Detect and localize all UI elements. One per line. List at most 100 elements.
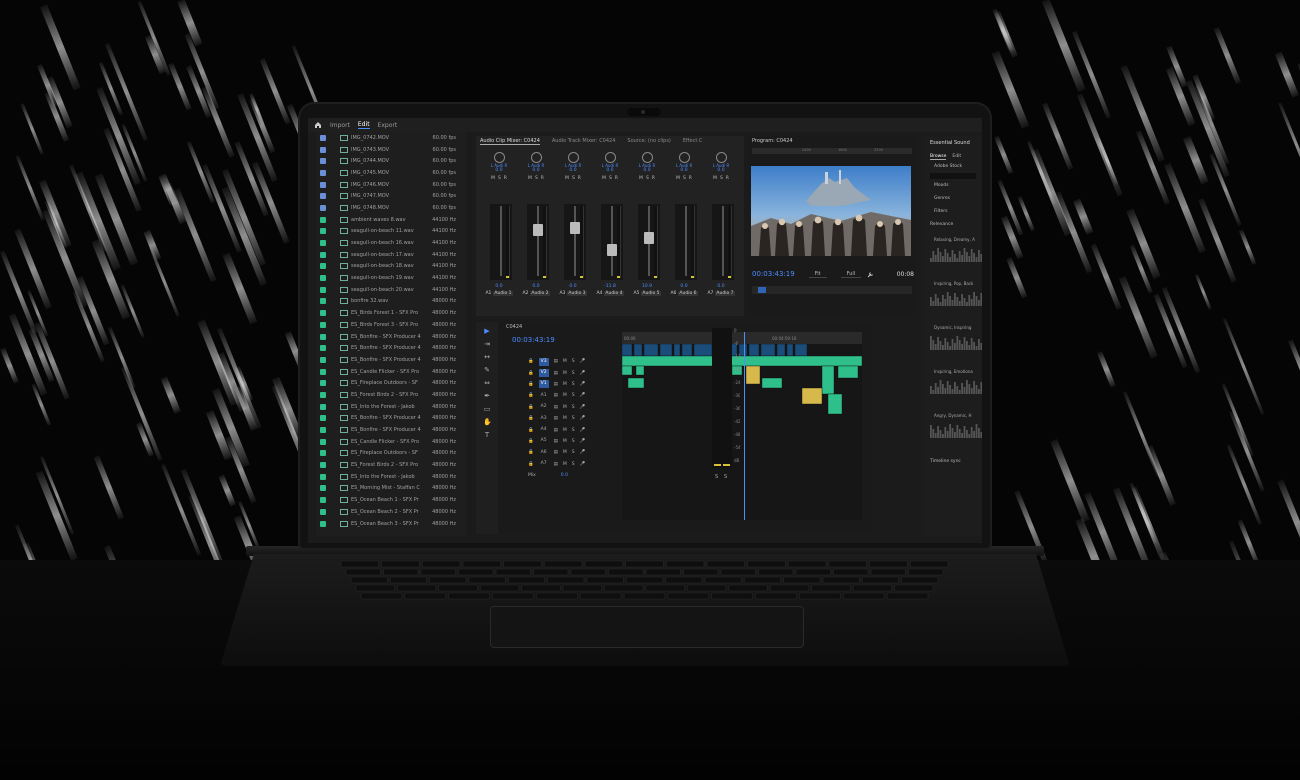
rectangle-tool-icon[interactable]: ▭ bbox=[483, 405, 491, 413]
lock-icon[interactable]: 🔒 bbox=[528, 382, 534, 387]
mute-button[interactable]: M bbox=[491, 176, 495, 181]
meter-solo-button[interactable]: S bbox=[715, 474, 718, 480]
solo-button[interactable]: S bbox=[572, 416, 575, 421]
timeline-sync-checkbox[interactable]: Timeline sync bbox=[924, 455, 982, 468]
lock-icon[interactable]: 🔒 bbox=[528, 450, 534, 455]
keyboard-key[interactable] bbox=[503, 560, 542, 568]
lock-icon[interactable]: 🔒 bbox=[528, 428, 534, 433]
project-item[interactable]: ES_Fireplace Outdoors - SF 48000 Hz bbox=[316, 448, 466, 460]
keyboard-key[interactable] bbox=[438, 584, 478, 592]
mute-button[interactable]: M bbox=[602, 176, 606, 181]
solo-button[interactable]: S bbox=[572, 450, 575, 455]
project-item[interactable]: ES_Ocean Beach 2 - SFX Pr 48000 Hz bbox=[316, 506, 466, 518]
audio-clip[interactable] bbox=[627, 377, 645, 389]
solo-button[interactable]: S bbox=[572, 462, 575, 467]
track-label[interactable]: Audio 2 bbox=[530, 291, 550, 296]
label-color-chip[interactable] bbox=[320, 450, 326, 457]
record-button[interactable]: R bbox=[615, 176, 618, 181]
track-target[interactable]: A2 bbox=[539, 403, 549, 411]
track-label[interactable]: Audio 3 bbox=[567, 291, 587, 296]
solo-button[interactable]: S bbox=[572, 405, 575, 410]
tab-effect-controls[interactable]: Effect C bbox=[683, 138, 702, 144]
keyboard-key[interactable] bbox=[910, 560, 949, 568]
keyboard-key[interactable] bbox=[404, 592, 446, 600]
keyboard-key[interactable] bbox=[626, 576, 663, 584]
project-item[interactable]: ES_Candle Flicker - SFX Pro 48000 Hz bbox=[316, 366, 466, 378]
lock-icon[interactable]: 🔒 bbox=[528, 405, 534, 410]
keyboard-key[interactable] bbox=[788, 560, 827, 568]
lock-icon[interactable]: 🔒 bbox=[528, 359, 534, 364]
sync-lock-icon[interactable]: ▤ bbox=[554, 450, 558, 455]
record-button[interactable]: R bbox=[689, 176, 692, 181]
label-color-chip[interactable] bbox=[320, 146, 326, 153]
project-item[interactable]: IMG_0744.MOV 60.00 fps bbox=[316, 155, 466, 167]
project-item[interactable]: ES_Into the Forest - Jakob 48000 Hz bbox=[316, 401, 466, 413]
keyboard-key[interactable] bbox=[645, 568, 681, 576]
filter-moods[interactable]: Moods bbox=[924, 179, 982, 192]
pan-knob[interactable] bbox=[493, 152, 505, 163]
label-color-chip[interactable] bbox=[320, 391, 326, 398]
project-item[interactable]: ES_Birds Forest 3 - SFX Pro 48000 Hz bbox=[316, 319, 466, 331]
keyboard-key[interactable] bbox=[811, 584, 851, 592]
fader-thumb[interactable] bbox=[644, 232, 654, 244]
project-item[interactable]: IMG_0747.MOV 60.00 fps bbox=[316, 190, 466, 202]
quality-dropdown[interactable]: Full bbox=[840, 271, 862, 278]
project-item[interactable]: ES_Ocean Beach 1 - SFX Pr 48000 Hz bbox=[316, 494, 466, 506]
video-clip[interactable] bbox=[659, 344, 673, 357]
keyboard-key[interactable] bbox=[340, 560, 379, 568]
audio-clip[interactable] bbox=[622, 365, 633, 376]
keyboard-key[interactable] bbox=[480, 584, 519, 592]
audio-clip[interactable] bbox=[635, 365, 645, 376]
keyboard-key[interactable] bbox=[758, 568, 794, 576]
keyboard-key[interactable] bbox=[720, 568, 756, 576]
audio-clip[interactable] bbox=[745, 365, 761, 385]
solo-button[interactable]: S bbox=[572, 176, 575, 181]
keyboard-key[interactable] bbox=[833, 568, 869, 576]
volume-fader[interactable] bbox=[490, 204, 512, 280]
keyboard-key[interactable] bbox=[870, 568, 906, 576]
video-clip[interactable] bbox=[622, 344, 633, 357]
tab-audio-clip-mixer[interactable]: Audio Clip Mixer: C0424 bbox=[480, 138, 540, 145]
track-label[interactable]: Audio 5 bbox=[641, 291, 661, 296]
program-timecode[interactable]: 00:03:43:19 bbox=[752, 270, 795, 278]
label-color-chip[interactable] bbox=[320, 228, 326, 235]
project-item[interactable]: ES_Bonfire - SFX Producer 4 48000 Hz bbox=[316, 331, 466, 343]
keyboard-key[interactable] bbox=[683, 568, 719, 576]
timeline-ruler[interactable]: 00:00 00:04:59:16 bbox=[622, 332, 862, 344]
keyboard-key[interactable] bbox=[383, 568, 419, 576]
keyboard-key[interactable] bbox=[711, 592, 753, 600]
sync-lock-icon[interactable]: ▤ bbox=[554, 393, 558, 398]
tab-audio-track-mixer[interactable]: Audio Track Mixer: C0424 bbox=[552, 138, 616, 144]
mic-icon[interactable]: 🎤 bbox=[580, 371, 586, 376]
fit-dropdown[interactable]: Fit bbox=[808, 271, 827, 278]
audio-clip[interactable] bbox=[827, 393, 843, 415]
mic-icon[interactable]: 🎤 bbox=[580, 359, 586, 364]
keyboard-key[interactable] bbox=[862, 576, 899, 584]
keyboard-key[interactable] bbox=[666, 560, 705, 568]
project-item[interactable]: ES_Bonfire - SFX Producer 4 48000 Hz bbox=[316, 413, 466, 425]
project-item[interactable]: seagull-on-beach 17.wav 44100 Hz bbox=[316, 249, 466, 261]
label-color-chip[interactable] bbox=[320, 321, 326, 328]
scrubber-handle[interactable] bbox=[758, 287, 766, 293]
record-button[interactable]: R bbox=[578, 176, 581, 181]
mute-button[interactable]: M bbox=[563, 416, 567, 421]
keyboard-key[interactable] bbox=[843, 592, 885, 600]
mute-button[interactable]: M bbox=[563, 382, 567, 387]
keyboard-key[interactable] bbox=[422, 560, 461, 568]
project-item[interactable]: IMG_0743.MOV 60.00 fps bbox=[316, 144, 466, 156]
project-item[interactable]: ES_Forest Birds 2 - SFX Pro 48000 Hz bbox=[316, 389, 466, 401]
keyboard-key[interactable] bbox=[462, 560, 501, 568]
audio-clip[interactable] bbox=[821, 365, 835, 395]
solo-button[interactable]: S bbox=[683, 176, 686, 181]
keyboard-key[interactable] bbox=[665, 576, 703, 584]
adobe-stock-source[interactable]: Adobe Stock bbox=[924, 160, 982, 173]
label-color-chip[interactable] bbox=[320, 275, 326, 282]
keyboard-key[interactable] bbox=[852, 584, 892, 592]
keyboard-key[interactable] bbox=[901, 576, 939, 584]
video-clip[interactable] bbox=[681, 344, 693, 357]
sound-result-card[interactable]: Dynamic, Inspiring bbox=[930, 325, 982, 363]
pan-knob[interactable] bbox=[604, 152, 616, 163]
keyboard-key[interactable] bbox=[458, 568, 494, 576]
solo-button[interactable]: S bbox=[572, 371, 575, 376]
keyboard-key[interactable] bbox=[420, 568, 456, 576]
